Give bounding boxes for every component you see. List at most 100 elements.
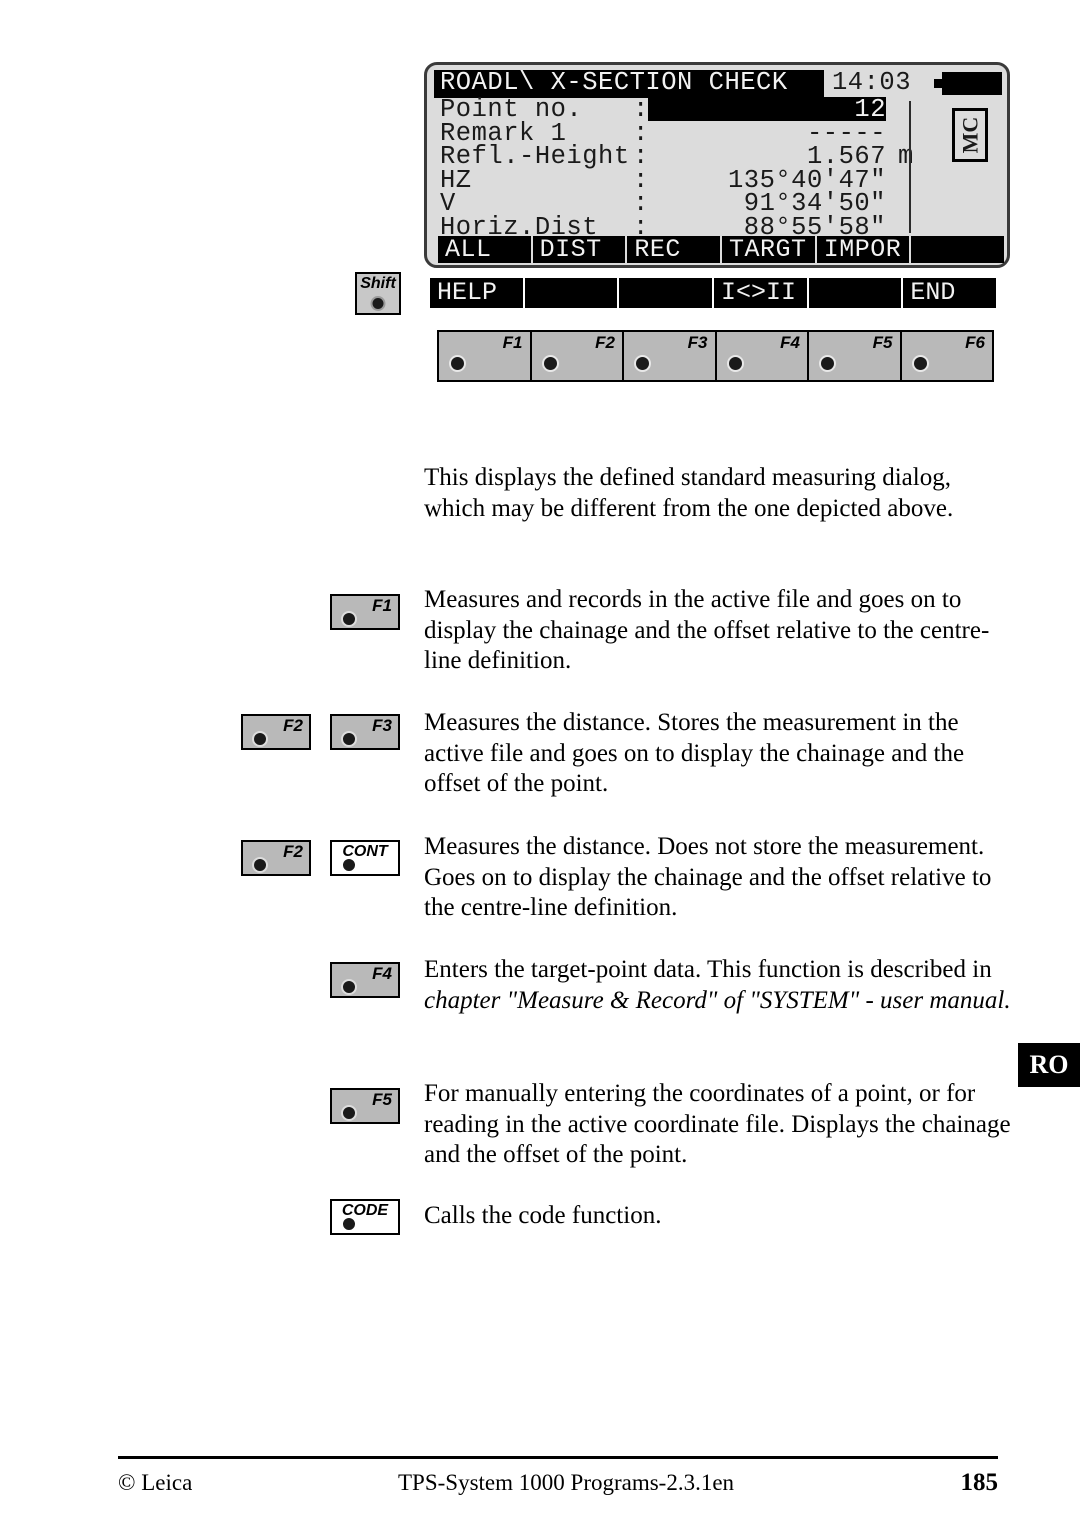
key-button-dot-icon	[911, 355, 929, 372]
function-key-label: F6	[965, 333, 985, 352]
shift-softkey-row: HELP I<>II END	[430, 278, 997, 308]
lcd-field-list: Point no. : 12 Remark 1 : ----- Refl.-He…	[434, 95, 1000, 239]
softkey-end[interactable]: END	[903, 278, 997, 308]
key-button-dot-icon	[341, 979, 357, 995]
softkey-dist[interactable]: DIST	[532, 235, 626, 264]
function-key-f6[interactable]: F6	[899, 330, 994, 382]
key-button-dot-icon	[819, 355, 836, 372]
function-key-label: F2	[595, 333, 615, 352]
function-key-bank: F1 F2 F3 F4 F5 F6	[437, 330, 994, 382]
function-key-f5[interactable]: F5	[807, 330, 902, 382]
page-footer: © Leica TPS-System 1000 Programs-2.3.1en…	[118, 1463, 998, 1503]
key-glyph-code[interactable]: CODE	[330, 1199, 400, 1235]
function-key-label: F5	[872, 333, 893, 352]
key-glyph-f1[interactable]: F1	[330, 594, 400, 630]
function-key-f1[interactable]: F1	[437, 330, 532, 382]
lcd-field-refl-height[interactable]: Refl.-Height : 1.567 m	[434, 142, 1000, 171]
key-button-dot-icon	[341, 857, 357, 873]
battery-full-icon	[934, 72, 1002, 95]
key-button-dot-icon	[252, 731, 268, 747]
key-glyph-label: CODE	[341, 1202, 389, 1219]
chapter-tab-ro: RO	[1018, 1043, 1080, 1087]
function-key-label: F4	[780, 333, 800, 352]
key-glyph-label: F4	[372, 964, 392, 983]
shift-key[interactable]: Shift	[355, 272, 401, 315]
key-button-dot-icon	[634, 355, 651, 372]
key-glyph-f2-a[interactable]: F2	[241, 714, 311, 750]
key-glyph-label: F2	[283, 716, 303, 735]
softkey-label: I<>II	[721, 278, 797, 307]
status-badge-mc: MC	[952, 108, 988, 162]
softkey-empty-4[interactable]	[808, 278, 902, 308]
entry-text-plain: Enters the target-point data. This funct…	[424, 956, 992, 983]
field-colon: :	[633, 142, 649, 171]
key-button-dot-icon	[341, 1105, 357, 1121]
status-badge-label: MC	[957, 116, 983, 154]
footer-document-id: TPS-System 1000 Programs-2.3.1en	[398, 1470, 735, 1495]
entry-description-code: Calls the code function.	[424, 1202, 662, 1229]
lcd-field-point-no[interactable]: Point no. : 12	[434, 95, 1000, 124]
lcd-field-hz[interactable]: HZ : 135°40'47"	[434, 168, 1000, 193]
field-value: 12	[854, 95, 886, 124]
battery-nub	[934, 79, 942, 88]
softkey-rec[interactable]: REC	[627, 235, 721, 264]
softkey-help[interactable]: HELP	[430, 278, 523, 308]
softkey-targt[interactable]: TARGT	[722, 236, 815, 263]
entry-description-f2-f3: Measures the distance. Stores the measur…	[424, 709, 965, 797]
field-unit: m	[898, 142, 914, 171]
function-key-f4[interactable]: F4	[714, 330, 809, 382]
entry-text-italic: chapter "Measure & Record" of "SYSTEM" -…	[424, 986, 1011, 1014]
shift-key-label: Shift	[360, 275, 396, 292]
intro-paragraph: This displays the defined standard measu…	[424, 464, 954, 522]
lcd-softkey-row: ALL DIST REC TARGT IMPOR	[438, 235, 1005, 264]
softkey-all[interactable]: ALL	[438, 236, 531, 263]
footer-page-number: 185	[960, 1469, 999, 1496]
entry-description-f2-cont: Measures the distance. Does not store th…	[424, 833, 992, 921]
instrument-display-graphic: ROADL\ X-SECTION CHECK 14:03 Point no. :…	[424, 62, 1010, 268]
chapter-tab-label: RO	[1029, 1050, 1069, 1079]
field-label: Point no.	[440, 95, 583, 124]
key-button-dot-icon	[252, 857, 268, 873]
softkey-label: REC	[634, 235, 681, 264]
key-glyph-cont[interactable]: CONT	[330, 840, 400, 876]
lcd-field-v[interactable]: V : 91°34'50"	[434, 189, 1000, 218]
softkey-impor[interactable]: IMPOR	[816, 236, 910, 263]
lcd-clock: 14:03	[832, 68, 912, 97]
softkey-empty-3[interactable]	[619, 278, 713, 308]
key-glyph-f5[interactable]: F5	[330, 1088, 400, 1124]
key-button-dot-icon	[341, 1216, 357, 1232]
softkey-empty-2[interactable]	[524, 278, 618, 308]
function-key-label: F1	[502, 333, 523, 352]
field-value: 1.567	[806, 142, 886, 171]
field-label: Refl.-Height	[440, 142, 630, 171]
key-glyph-f2-b[interactable]: F2	[241, 840, 311, 876]
lcd-vertical-divider	[909, 101, 911, 233]
function-key-label: F3	[687, 333, 708, 352]
key-glyph-f3[interactable]: F3	[330, 714, 400, 750]
key-glyph-label: F3	[372, 716, 392, 735]
function-key-f3[interactable]: F3	[622, 330, 717, 382]
softkey-i-ii[interactable]: I<>II	[714, 278, 807, 308]
entry-description-f4: Enters the target-point data. This funct…	[424, 955, 1014, 1016]
softkey-label: END	[910, 278, 956, 307]
field-value: 91°34'50"	[743, 189, 886, 218]
footer-divider	[118, 1456, 998, 1459]
softkey-label: ALL	[445, 235, 492, 264]
field-colon: :	[633, 95, 649, 124]
field-label: V	[440, 189, 456, 218]
lcd-title-row: ROADL\ X-SECTION CHECK 14:03	[434, 68, 1002, 98]
key-glyph-label: F5	[372, 1090, 392, 1109]
softkey-label: DIST	[539, 235, 602, 264]
softkey-label: TARGT	[729, 235, 807, 264]
softkey-empty[interactable]	[911, 236, 1005, 263]
key-button-dot-icon	[541, 355, 559, 372]
key-button-dot-icon	[449, 355, 466, 372]
key-glyph-f4[interactable]: F4	[330, 962, 400, 998]
key-button-dot-icon	[341, 611, 357, 627]
key-button-dot-icon	[370, 296, 386, 311]
footer-copyright: © Leica	[118, 1470, 193, 1495]
key-glyph-label: CONT	[342, 843, 388, 860]
function-key-f2[interactable]: F2	[529, 330, 624, 382]
lcd-title: ROADL\ X-SECTION CHECK	[440, 68, 788, 97]
entry-description-f5: For manually entering the coordinates of…	[424, 1080, 1011, 1168]
